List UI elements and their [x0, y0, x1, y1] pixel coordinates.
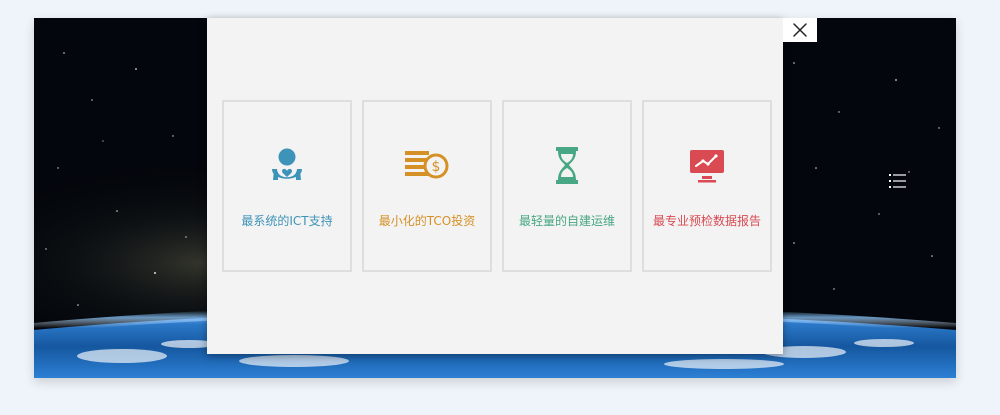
card-ict-support[interactable]: 最系统的ICT支持 — [222, 100, 352, 272]
close-icon — [793, 23, 807, 37]
card-data-report[interactable]: 最专业预检数据报告 — [642, 100, 772, 272]
feature-cards: 最系统的ICT支持 $ 最小化的TCO投资 最轻量的自建运维 最专业预检数据报告 — [222, 100, 772, 272]
monitor-chart-icon — [690, 150, 724, 183]
card-operations[interactable]: 最轻量的自建运维 — [502, 100, 632, 272]
card-label-tco-investment: 最小化的TCO投资 — [378, 214, 476, 228]
hourglass-icon — [556, 147, 578, 184]
coin-stack-icon: $ — [405, 151, 449, 179]
close-button[interactable] — [783, 18, 817, 42]
svg-text:$: $ — [432, 159, 441, 175]
card-label-ict-support: 最系统的ICT支持 — [241, 214, 333, 228]
card-label-operations: 最轻量的自建运维 — [518, 214, 615, 228]
user-heart-icon — [272, 148, 302, 180]
card-label-data-report: 最专业预检数据报告 — [652, 214, 761, 228]
card-tco-investment[interactable]: $ 最小化的TCO投资 — [362, 100, 492, 272]
list-menu-icon — [889, 174, 906, 188]
side-menu-button[interactable] — [888, 172, 908, 190]
